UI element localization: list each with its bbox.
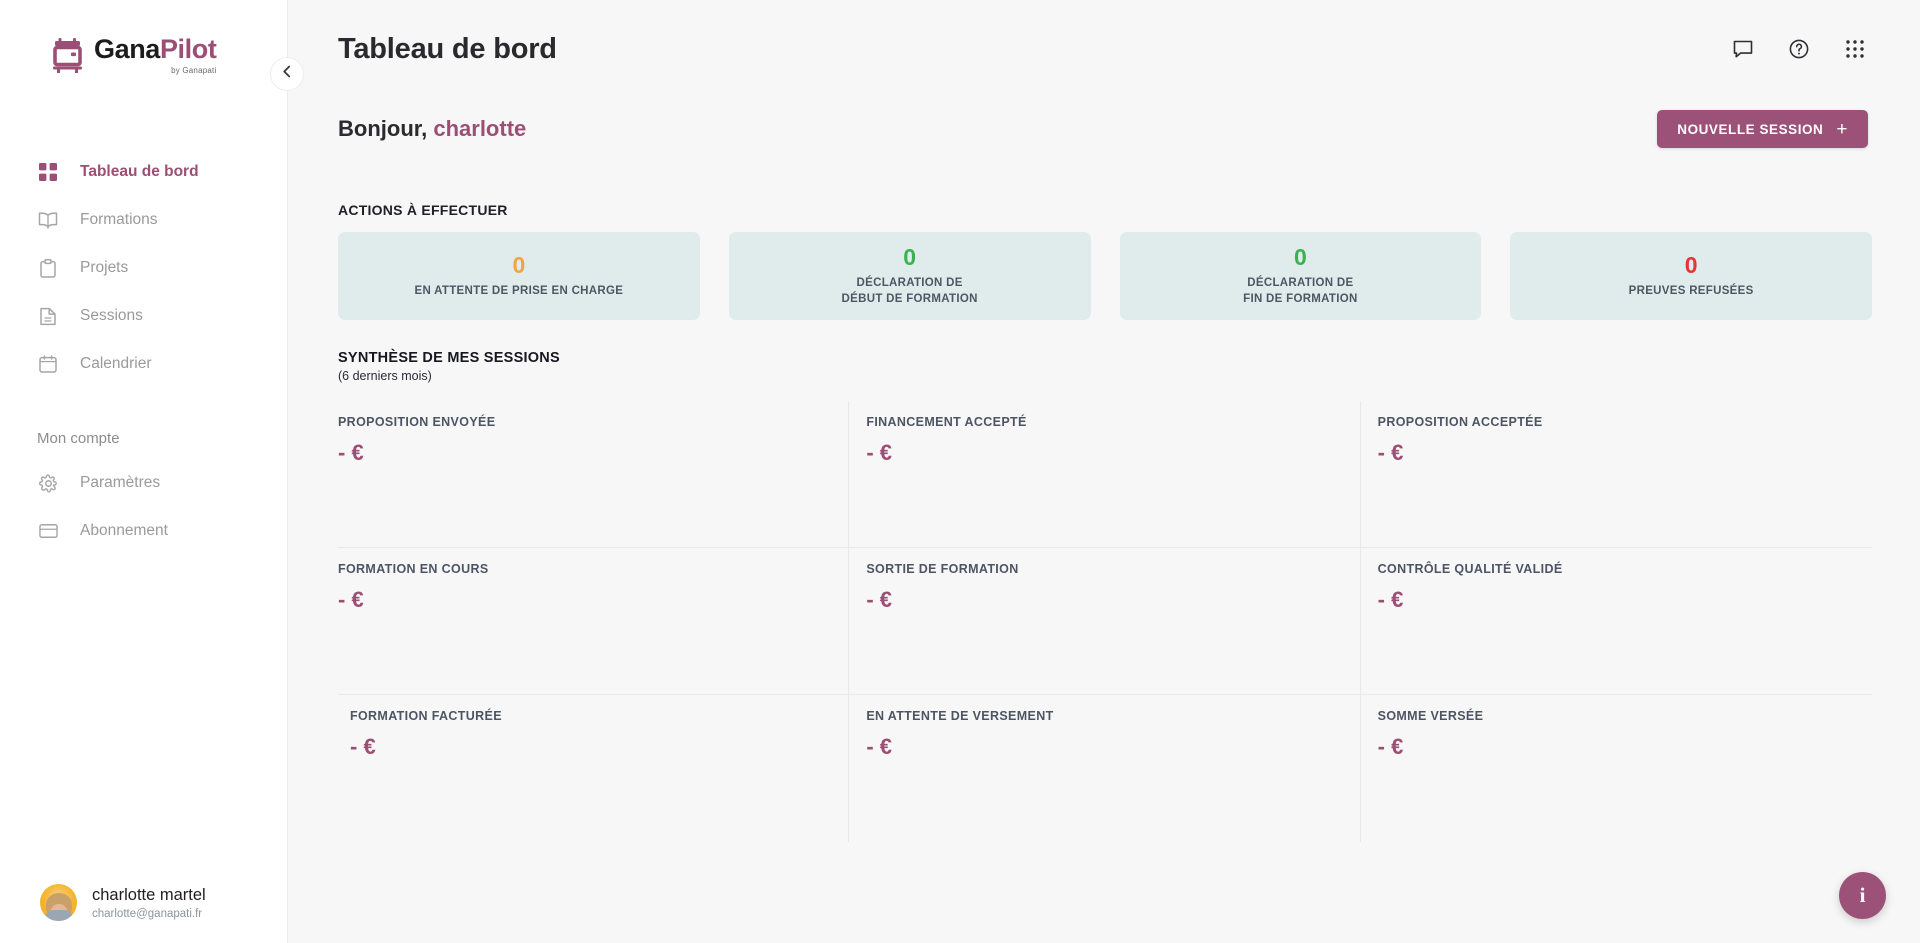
- sidebar-item-label: Sessions: [80, 307, 143, 325]
- kpi-proposition-acceptee[interactable]: PROPOSITION ACCEPTÉE - €: [1361, 401, 1872, 548]
- help-circle-icon[interactable]: [1786, 36, 1812, 62]
- kpi-somme-versee[interactable]: SOMME VERSÉE - €: [1361, 695, 1872, 842]
- kpi-sortie-de-formation[interactable]: SORTIE DE FORMATION - €: [849, 548, 1360, 695]
- action-card-label: PREUVES REFUSÉES: [1629, 284, 1754, 300]
- action-card-preuves-refusees[interactable]: 0 PREUVES REFUSÉES: [1510, 232, 1872, 320]
- info-fab-button[interactable]: i: [1839, 872, 1886, 919]
- sidebar-item-parametres[interactable]: Paramètres: [0, 459, 287, 507]
- sidebar-item-calendrier[interactable]: Calendrier: [0, 340, 287, 388]
- synthesis-subtitle: (6 derniers mois): [338, 369, 1920, 383]
- action-card-count: 0: [512, 253, 525, 277]
- document-icon: [37, 305, 59, 327]
- logo-tagline: by Ganapati: [94, 66, 216, 75]
- sidebar-collapse-button[interactable]: [270, 57, 304, 91]
- logo[interactable]: GanaPilot by Ganapati: [0, 0, 287, 96]
- page-title: Tableau de bord: [338, 33, 557, 66]
- action-card-count: 0: [903, 245, 916, 269]
- kpi-label: EN ATTENTE DE VERSEMENT: [866, 709, 1359, 723]
- sidebar-item-tableau-de-bord[interactable]: Tableau de bord: [0, 148, 287, 196]
- action-card-count: 0: [1294, 245, 1307, 269]
- avatar: [40, 884, 77, 921]
- kpi-value: - €: [866, 440, 1359, 466]
- kpi-label: PROPOSITION ACCEPTÉE: [1378, 415, 1872, 429]
- kpi-value: - €: [866, 587, 1359, 613]
- action-card-label: DÉCLARATION DE DÉBUT DE FORMATION: [842, 276, 978, 307]
- kpi-grid: PROPOSITION ENVOYÉE - € FINANCEMENT ACCE…: [338, 401, 1872, 842]
- kpi-label: FORMATION FACTURÉE: [350, 709, 848, 723]
- action-card-label: DÉCLARATION DE FIN DE FORMATION: [1243, 276, 1357, 307]
- sidebar-item-projets[interactable]: Projets: [0, 244, 287, 292]
- new-session-button[interactable]: NOUVELLE SESSION +: [1657, 110, 1868, 148]
- message-icon[interactable]: [1730, 36, 1756, 62]
- sidebar-user-profile[interactable]: charlotte martel charlotte@ganapati.fr: [0, 884, 206, 921]
- sidebar-item-formations[interactable]: Formations: [0, 196, 287, 244]
- action-card-declaration-debut-formation[interactable]: 0 DÉCLARATION DE DÉBUT DE FORMATION: [729, 232, 1091, 320]
- profile-name: charlotte martel: [92, 885, 206, 906]
- kpi-value: - €: [1378, 440, 1872, 466]
- kpi-formation-en-cours[interactable]: FORMATION EN COURS - €: [338, 548, 849, 695]
- topbar: Tableau de bord: [288, 0, 1920, 98]
- apps-grid-icon[interactable]: [1842, 36, 1868, 62]
- action-card-label: EN ATTENTE DE PRISE EN CHARGE: [415, 284, 624, 300]
- kpi-value: - €: [866, 734, 1359, 760]
- greeting-prefix: Bonjour,: [338, 116, 427, 141]
- kpi-label: CONTRÔLE QUALITÉ VALIDÉ: [1378, 562, 1872, 576]
- new-session-label: NOUVELLE SESSION: [1677, 122, 1823, 137]
- sidebar-item-label: Formations: [80, 211, 158, 229]
- kpi-formation-facturee[interactable]: FORMATION FACTURÉE - €: [338, 695, 849, 842]
- kpi-value: - €: [338, 440, 848, 466]
- sidebar-item-label: Calendrier: [80, 355, 152, 373]
- app-root: GanaPilot by Ganapati Tableau de bord Fo…: [0, 0, 1920, 943]
- calendar-icon: [37, 353, 59, 375]
- book-icon: [37, 209, 59, 231]
- kpi-value: - €: [338, 587, 848, 613]
- sidebar-item-label: Tableau de bord: [80, 163, 199, 181]
- synthesis-title: SYNTHÈSE DE MES SESSIONS: [338, 350, 1920, 366]
- card-icon: [37, 520, 59, 542]
- primary-navigation: Tableau de bord Formations Projets Sessi…: [0, 148, 287, 555]
- action-card-declaration-fin-formation[interactable]: 0 DÉCLARATION DE FIN DE FORMATION: [1120, 232, 1482, 320]
- topbar-actions: [1730, 36, 1868, 62]
- kpi-value: - €: [350, 734, 848, 760]
- kpi-label: FORMATION EN COURS: [338, 562, 848, 576]
- sidebar-item-label: Projets: [80, 259, 128, 277]
- kpi-financement-accepte[interactable]: FINANCEMENT ACCEPTÉ - €: [849, 401, 1360, 548]
- kpi-label: PROPOSITION ENVOYÉE: [338, 415, 848, 429]
- greeting-username: charlotte: [433, 116, 526, 141]
- gear-icon: [37, 472, 59, 494]
- kpi-proposition-envoyee[interactable]: PROPOSITION ENVOYÉE - €: [338, 401, 849, 548]
- greeting-text: Bonjour, charlotte: [338, 116, 526, 142]
- sidebar-item-label: Paramètres: [80, 474, 160, 492]
- sidebar-item-abonnement[interactable]: Abonnement: [0, 507, 287, 555]
- logo-text-pilot: Pilot: [160, 34, 217, 64]
- kpi-label: FINANCEMENT ACCEPTÉ: [866, 415, 1359, 429]
- action-cards: 0 EN ATTENTE DE PRISE EN CHARGE 0 DÉCLAR…: [288, 232, 1920, 320]
- sidebar-item-sessions[interactable]: Sessions: [0, 292, 287, 340]
- kpi-label: SOMME VERSÉE: [1378, 709, 1872, 723]
- kpi-controle-qualite-valide[interactable]: CONTRÔLE QUALITÉ VALIDÉ - €: [1361, 548, 1872, 695]
- info-icon: i: [1860, 883, 1866, 908]
- plus-icon: +: [1836, 120, 1848, 139]
- grid-icon: [37, 161, 59, 183]
- chevron-left-icon: [281, 65, 294, 83]
- logo-text-gana: Gana: [94, 34, 160, 64]
- greeting-row: Bonjour, charlotte NOUVELLE SESSION +: [288, 98, 1920, 160]
- profile-email: charlotte@ganapati.fr: [92, 908, 206, 920]
- actions-section-title: ACTIONS À EFFECTUER: [288, 202, 1920, 218]
- kpi-value: - €: [1378, 587, 1872, 613]
- ganapilot-logo-icon: [52, 38, 85, 73]
- action-card-en-attente-prise-en-charge[interactable]: 0 EN ATTENTE DE PRISE EN CHARGE: [338, 232, 700, 320]
- clipboard-icon: [37, 257, 59, 279]
- synthesis-header: SYNTHÈSE DE MES SESSIONS (6 derniers moi…: [288, 350, 1920, 383]
- sidebar: GanaPilot by Ganapati Tableau de bord Fo…: [0, 0, 288, 943]
- kpi-en-attente-de-versement[interactable]: EN ATTENTE DE VERSEMENT - €: [849, 695, 1360, 842]
- kpi-value: - €: [1378, 734, 1872, 760]
- kpi-label: SORTIE DE FORMATION: [866, 562, 1359, 576]
- sidebar-item-label: Abonnement: [80, 522, 168, 540]
- sidebar-section-label: Mon compte: [0, 430, 287, 447]
- main-content: Tableau de bord Bonjour, charlotte NOUVE…: [288, 0, 1920, 943]
- action-card-count: 0: [1685, 253, 1698, 277]
